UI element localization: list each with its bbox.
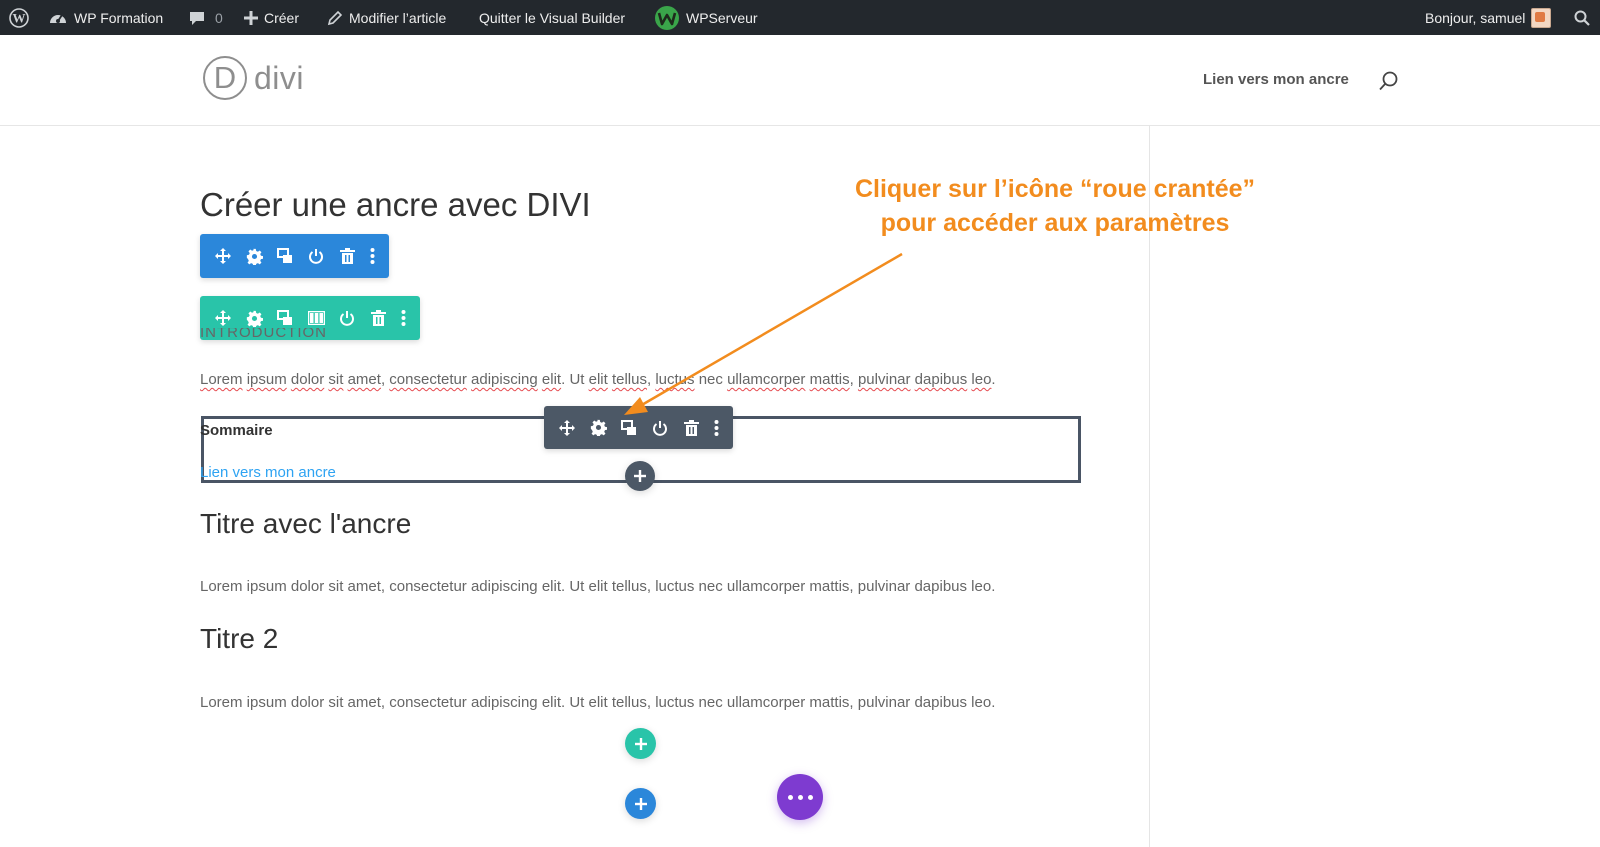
paragraph-2: Lorem ipsum dolor sit amet, consectetur … [200,578,996,595]
module-toolbar [544,406,733,449]
add-row-button[interactable] [625,728,656,759]
avatar [1531,7,1552,28]
intro-label: INTRODUCTION [200,328,327,337]
annotation-callout: Cliquer sur l’icône “roue crantée” pour … [840,172,1270,240]
dot-icon [797,794,803,800]
create-menu[interactable]: Créer [244,0,299,35]
gear-icon[interactable] [245,309,263,327]
summary-anchor-link[interactable]: Lien vers mon ancre [200,464,336,481]
plus-icon [634,470,646,482]
host-label: WPServeur [686,9,758,26]
move-icon[interactable] [558,419,576,437]
annotation-line-2: pour accéder aux paramètres [880,209,1230,237]
dashboard-icon [50,14,66,23]
svg-text:W: W [13,10,26,25]
wpserveur-menu[interactable]: WPServeur [654,0,758,35]
trash-icon[interactable] [338,247,356,265]
admin-bar: W WP Formation 0 Créer Modifier l’articl… [0,0,1600,35]
dot-icon [807,794,813,800]
page-title: Créer une ancre avec DIVI [200,186,591,223]
exit-visual-builder-link[interactable]: Quitter le Visual Builder [479,0,625,35]
move-icon[interactable] [214,309,232,327]
comments-menu[interactable]: 0 [189,0,223,35]
exit-builder-label: Quitter le Visual Builder [479,9,626,26]
summary-title: Sommaire [200,422,273,439]
gear-icon[interactable] [245,247,263,265]
account-menu[interactable]: Bonjour, samuel [1425,0,1552,35]
more-icon[interactable] [400,309,406,327]
edit-post-label: Modifier l’article [349,9,447,26]
plus-icon [634,737,647,750]
move-icon[interactable] [214,247,232,265]
logo-text: divi [254,59,305,96]
columns-icon[interactable] [307,309,325,327]
paragraph-intro: Lorem ipsum dolor sit amet, consectetur … [200,371,996,388]
admin-search-icon[interactable] [1574,0,1590,35]
section-toolbar [200,234,389,278]
edit-post-link[interactable]: Modifier l’article [327,0,446,35]
pencil-icon [327,10,343,25]
trash-icon[interactable] [369,309,387,327]
comments-count: 0 [215,9,223,26]
logo-mark: D [203,56,247,100]
paragraph-3: Lorem ipsum dolor sit amet, consectetur … [200,694,996,711]
gear-icon[interactable] [589,419,607,437]
duplicate-icon[interactable] [276,247,294,265]
site-header: D divi Lien vers mon ancre [0,35,1600,126]
add-module-button[interactable] [625,461,655,491]
site-name-menu[interactable]: WP Formation [48,0,163,35]
more-icon[interactable] [369,247,375,265]
builder-settings-button[interactable] [777,774,823,820]
wordpress-logo-icon[interactable]: W [9,0,29,35]
power-icon[interactable] [307,247,325,265]
greeting: Bonjour, samuel [1425,9,1526,26]
create-label: Créer [264,9,300,26]
site-logo[interactable]: D divi [203,56,304,100]
plus-icon [244,10,258,25]
dot-icon [787,794,793,800]
duplicate-icon[interactable] [620,419,638,437]
site-name: WP Formation [74,9,164,26]
power-icon[interactable] [338,309,356,327]
power-icon[interactable] [651,419,669,437]
annotation-line-1: Cliquer sur l’icône “roue crantée” [854,175,1256,203]
duplicate-icon[interactable] [276,309,294,327]
comment-bubble-icon [190,11,204,25]
wpserveur-logo-icon [655,5,679,30]
nav-link-anchor[interactable]: Lien vers mon ancre [1203,71,1349,88]
heading-2: Titre 2 [200,623,279,654]
more-icon[interactable] [713,419,719,437]
add-section-button[interactable] [625,788,656,819]
heading-anchor: Titre avec l'ancre [200,508,412,539]
search-icon[interactable] [1378,70,1400,97]
trash-icon[interactable] [682,419,700,437]
plus-icon [634,797,647,810]
